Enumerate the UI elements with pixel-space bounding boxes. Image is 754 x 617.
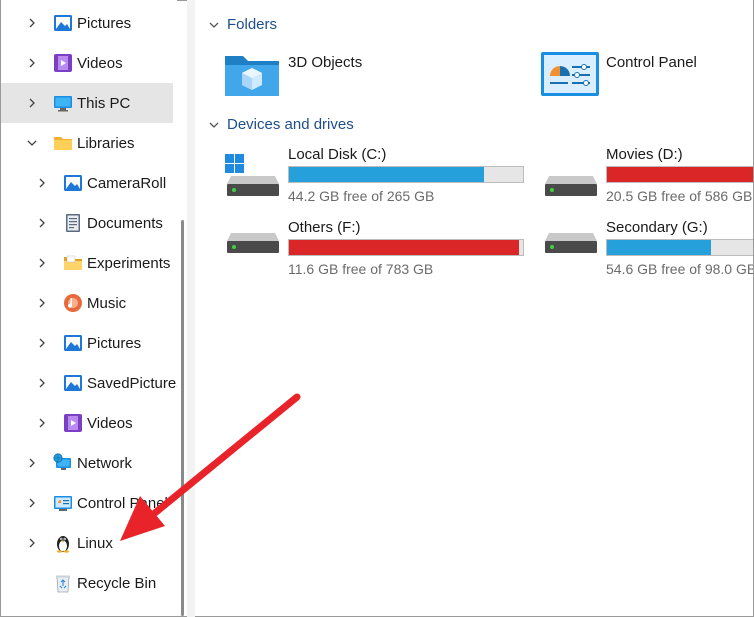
section-title: Folders: [227, 16, 278, 33]
folder-icon: [63, 253, 83, 273]
drive-free-space: 44.2 GB free of 265 GB: [288, 188, 435, 204]
chevron-right-icon[interactable]: [35, 256, 49, 270]
sidebar-item-label: CameraRoll: [87, 174, 167, 192]
hard-drive-icon: [543, 154, 599, 200]
sidebar-item-label: SavedPictures: [87, 374, 177, 392]
sidebar-item-label: Network: [77, 454, 133, 472]
chevron-right-icon[interactable]: [25, 56, 39, 70]
recycle-bin-icon: [53, 573, 73, 593]
sidebar-item-label: Pictures: [87, 334, 142, 352]
sidebar-item-music[interactable]: Music: [1, 283, 173, 323]
sidebar-scrollbar[interactable]: [181, 220, 184, 616]
pane-divider[interactable]: [187, 0, 195, 617]
content-pane: Folders 3D Objects Control Panel Devices…: [195, 0, 753, 616]
sidebar-item-label: Videos: [77, 54, 123, 72]
sidebar-item-label: Libraries: [77, 134, 135, 152]
control-panel-icon: [53, 493, 73, 513]
sidebar-item-videos-library[interactable]: Videos: [1, 403, 173, 443]
folder-tile-control-panel[interactable]: Control Panel: [540, 48, 750, 100]
drive-name: Local Disk (C:): [288, 146, 387, 163]
drive-usage-bar: [606, 239, 753, 256]
music-icon: [63, 293, 83, 313]
3d-objects-folder-icon: [223, 50, 281, 98]
chevron-right-icon[interactable]: [35, 376, 49, 390]
sidebar-item-savedpictures[interactable]: SavedPictures: [1, 363, 177, 403]
chevron-right-icon[interactable]: [35, 176, 49, 190]
folder-label: Control Panel: [606, 54, 697, 71]
sidebar-item-control-panel[interactable]: Control Panel: [1, 483, 173, 523]
sidebar-item-libraries[interactable]: Libraries: [1, 123, 173, 163]
drive-name: Others (F:): [288, 219, 361, 236]
drive-usage-bar: [288, 166, 524, 183]
drive-free-space: 54.6 GB free of 98.0 GB: [606, 261, 753, 277]
sidebar-item-pictures-library[interactable]: Pictures: [1, 323, 173, 363]
sidebar-item-pictures[interactable]: Pictures: [1, 3, 173, 43]
control-panel-icon: [540, 50, 600, 98]
windows-drive-icon: [225, 154, 281, 200]
sidebar-item-label: Control Panel: [77, 494, 168, 512]
sidebar-item-network[interactable]: Network: [1, 443, 173, 483]
sidebar-item-label: Pictures: [77, 14, 132, 32]
drive-usage-fill: [607, 240, 711, 255]
drive-tile-c[interactable]: Local Disk (C:) 44.2 GB free of 265 GB: [225, 146, 535, 210]
chevron-down-icon[interactable]: [207, 118, 221, 132]
chevron-right-icon[interactable]: [25, 496, 39, 510]
sidebar-item-label: Music: [87, 294, 127, 312]
drive-usage-bar: [288, 239, 524, 256]
pictures-icon: [63, 333, 83, 353]
sidebar-item-documents[interactable]: Documents: [1, 203, 173, 243]
drive-name: Movies (D:): [606, 146, 683, 163]
chevron-right-icon[interactable]: [25, 536, 39, 550]
section-title: Devices and drives: [227, 116, 354, 133]
sidebar-item-recycle-bin[interactable]: Recycle Bin: [1, 563, 173, 603]
folder-label: 3D Objects: [288, 54, 363, 71]
pictures-icon: [63, 373, 83, 393]
folders-group-header[interactable]: Folders: [207, 16, 277, 33]
this-pc-icon: [53, 93, 73, 113]
sidebar-item-linux[interactable]: Linux: [1, 523, 173, 563]
pictures-icon: [53, 13, 73, 33]
videos-icon: [63, 413, 83, 433]
hard-drive-icon: [543, 227, 599, 273]
drive-usage-bar: [606, 166, 753, 183]
sidebar-item-label: Documents: [87, 214, 163, 232]
sidebar-item-cameraroll[interactable]: CameraRoll: [1, 163, 173, 203]
sidebar-item-label: Linux: [77, 534, 113, 552]
chevron-right-icon[interactable]: [35, 296, 49, 310]
drive-tile-f[interactable]: Others (F:) 11.6 GB free of 783 GB: [225, 219, 535, 283]
chevron-right-icon[interactable]: [35, 336, 49, 350]
chevron-right-icon[interactable]: [35, 416, 49, 430]
chevron-right-icon[interactable]: [35, 216, 49, 230]
chevron-down-icon[interactable]: [25, 136, 39, 150]
sidebar-item-label: Videos: [87, 414, 133, 432]
drive-free-space: 20.5 GB free of 586 GB: [606, 188, 753, 204]
chevron-down-icon[interactable]: [207, 18, 221, 32]
chevron-right-icon[interactable]: [25, 16, 39, 30]
sidebar-item-experiments[interactable]: Experiments: [1, 243, 173, 283]
sidebar-item-label: This PC: [77, 94, 131, 112]
linux-penguin-icon: [53, 533, 73, 553]
chevron-right-icon[interactable]: [25, 456, 39, 470]
drive-name: Secondary (G:): [606, 219, 708, 236]
hard-drive-icon: [225, 227, 281, 273]
sidebar-item-this-pc[interactable]: This PC: [1, 83, 173, 123]
documents-icon: [63, 213, 83, 233]
sidebar-item-label: Experiments: [87, 254, 171, 272]
drive-free-space: 11.6 GB free of 783 GB: [288, 261, 434, 277]
videos-icon: [53, 53, 73, 73]
sidebar-item-videos[interactable]: Videos: [1, 43, 173, 83]
network-icon: [53, 453, 73, 473]
navigation-pane: Pictures Videos This PC Libraries Camera…: [1, 0, 177, 616]
chevron-right-icon[interactable]: [25, 96, 39, 110]
libraries-icon: [53, 133, 73, 153]
sidebar-item-label: Recycle Bin: [77, 574, 157, 592]
pictures-icon: [63, 173, 83, 193]
drive-usage-fill: [289, 240, 520, 255]
drive-usage-fill: [607, 167, 753, 182]
devices-group-header[interactable]: Devices and drives: [207, 116, 354, 133]
drive-tile-g[interactable]: Secondary (G:) 54.6 GB free of 98.0 GB: [543, 219, 753, 283]
drive-tile-d[interactable]: Movies (D:) 20.5 GB free of 586 GB: [543, 146, 753, 210]
drive-usage-fill: [289, 167, 484, 182]
folder-tile-3d-objects[interactable]: 3D Objects: [223, 48, 523, 100]
